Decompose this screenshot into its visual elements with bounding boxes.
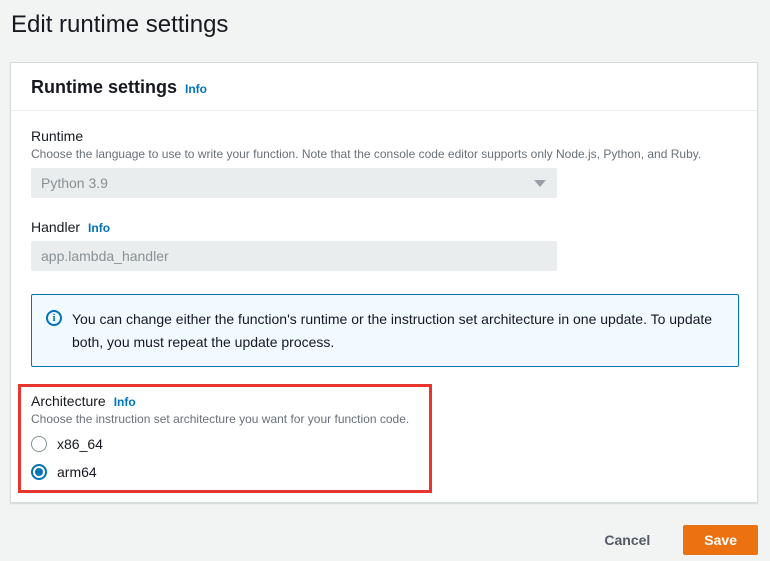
handler-label: Handler xyxy=(31,218,80,236)
annotation-highlight-box: Architecture Info Choose the instruction… xyxy=(18,384,432,493)
radio-option-x86-64[interactable]: x86_64 xyxy=(31,434,419,453)
info-alert: i You can change either the function's r… xyxy=(31,294,739,367)
runtime-settings-panel: Runtime settings Info Runtime Choose the… xyxy=(10,62,758,503)
footer-actions: Cancel Save xyxy=(10,525,758,555)
runtime-select: Python 3.9 xyxy=(31,168,557,198)
handler-info-link[interactable]: Info xyxy=(88,221,110,235)
cancel-button[interactable]: Cancel xyxy=(604,532,650,548)
radio-label-x86-64: x86_64 xyxy=(57,436,103,452)
info-icon: i xyxy=(46,310,62,326)
save-button[interactable]: Save xyxy=(683,525,758,555)
radio-label-arm64: arm64 xyxy=(57,464,97,480)
handler-field: Handler Info app.lambda_handler xyxy=(31,218,737,271)
radio-button-icon[interactable] xyxy=(31,464,47,480)
panel-body: Runtime Choose the language to use to wr… xyxy=(11,111,757,502)
runtime-settings-info-link[interactable]: Info xyxy=(185,82,207,96)
radio-option-arm64[interactable]: arm64 xyxy=(31,462,419,481)
info-alert-text: You can change either the function's run… xyxy=(72,308,720,354)
runtime-description: Choose the language to use to write your… xyxy=(31,146,737,162)
runtime-field: Runtime Choose the language to use to wr… xyxy=(31,127,737,198)
radio-button-icon[interactable] xyxy=(31,436,47,452)
handler-input: app.lambda_handler xyxy=(31,241,557,271)
architecture-info-link[interactable]: Info xyxy=(114,395,136,409)
runtime-label: Runtime xyxy=(31,127,83,145)
chevron-down-icon xyxy=(534,180,546,187)
panel-header: Runtime settings Info xyxy=(11,63,757,111)
architecture-label: Architecture xyxy=(31,392,106,410)
panel-title: Runtime settings xyxy=(31,77,177,98)
runtime-select-value: Python 3.9 xyxy=(41,175,108,191)
architecture-description: Choose the instruction set architecture … xyxy=(31,411,419,427)
page-title: Edit runtime settings xyxy=(0,0,770,40)
